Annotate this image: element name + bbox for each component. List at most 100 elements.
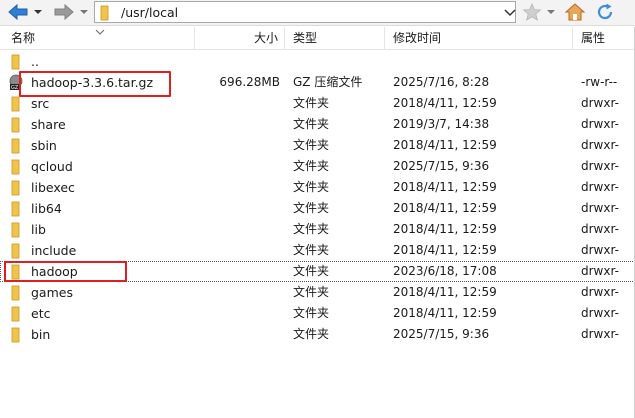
file-permissions: drwxr- — [581, 159, 619, 173]
forward-arrow-icon — [54, 3, 74, 21]
file-row-etc[interactable]: etc 文件夹 2018/4/11, 12:59 drwxr- — [0, 303, 635, 324]
file-name: games — [31, 285, 73, 300]
file-name: qcloud — [31, 159, 73, 174]
chevron-down-icon — [504, 9, 516, 17]
folder-icon — [11, 138, 20, 154]
column-modified-time-label: 修改时间 — [393, 31, 442, 45]
file-row-sbin[interactable]: sbin 文件夹 2018/4/11, 12:59 drwxr- — [0, 135, 635, 156]
file-name: lib64 — [31, 201, 62, 216]
file-name: sbin — [31, 138, 57, 153]
file-permissions: drwxr- — [581, 96, 619, 110]
file-permissions: drwxr- — [581, 264, 619, 278]
folder-icon — [11, 327, 20, 343]
column-type-label: 类型 — [293, 31, 318, 45]
file-row-share[interactable]: share 文件夹 2019/3/7, 14:38 drwxr- — [0, 114, 635, 135]
file-row-parent[interactable]: .. — [0, 51, 635, 72]
file-type: 文件夹 — [293, 180, 330, 194]
refresh-button[interactable] — [594, 2, 616, 25]
file-permissions: drwxr- — [581, 180, 619, 194]
file-row-lib64[interactable]: lib64 文件夹 2018/4/11, 12:59 drwxr- — [0, 198, 635, 219]
folder-icon — [11, 222, 20, 238]
file-modified-time: 2018/4/11, 12:59 — [393, 243, 497, 257]
file-row-qcloud[interactable]: qcloud 文件夹 2025/7/15, 9:36 drwxr- — [0, 156, 635, 177]
file-name: etc — [31, 306, 51, 321]
file-permissions: drwxr- — [581, 222, 619, 236]
file-modified-time: 2019/3/7, 14:38 — [393, 117, 490, 131]
folder-icon — [100, 5, 109, 21]
file-row-lib[interactable]: lib 文件夹 2018/4/11, 12:59 drwxr- — [0, 219, 635, 240]
chevron-down-icon — [547, 10, 555, 14]
back-arrow-icon — [8, 3, 28, 21]
folder-icon — [11, 201, 20, 217]
path-input[interactable]: /usr/local — [94, 1, 516, 23]
file-permissions: drwxr- — [581, 243, 619, 257]
file-modified-time: 2018/4/11, 12:59 — [393, 96, 497, 110]
folder-icon — [11, 306, 20, 322]
folder-icon — [11, 96, 20, 112]
file-type: 文件夹 — [293, 306, 330, 320]
file-type: 文件夹 — [293, 222, 330, 236]
file-modified-time: 2025/7/16, 8:28 — [393, 75, 490, 89]
file-permissions: drwxr- — [581, 201, 619, 215]
folder-icon — [11, 54, 20, 70]
file-type: 文件夹 — [293, 264, 330, 278]
file-size: 696.28MB — [219, 75, 280, 89]
folder-icon — [11, 117, 20, 133]
toolbar: /usr/local — [0, 0, 635, 26]
column-type[interactable]: 类型 — [285, 27, 385, 50]
folder-icon — [11, 159, 20, 175]
home-button[interactable] — [564, 2, 586, 25]
folder-icon — [11, 285, 20, 301]
file-modified-time: 2018/4/11, 12:59 — [393, 180, 497, 194]
favorite-dropdown[interactable] — [545, 2, 557, 22]
svg-text:GZ: GZ — [11, 85, 19, 91]
file-modified-time: 2018/4/11, 12:59 — [393, 285, 497, 299]
file-row-libexec[interactable]: libexec 文件夹 2018/4/11, 12:59 drwxr- — [0, 177, 635, 198]
path-dropdown-button[interactable] — [500, 2, 520, 22]
file-name: lib — [31, 222, 46, 237]
forward-history-dropdown[interactable] — [78, 2, 90, 22]
file-modified-time: 2025/7/15, 9:36 — [393, 159, 490, 173]
file-modified-time: 2018/4/11, 12:59 — [393, 138, 497, 152]
file-permissions: drwxr- — [581, 138, 619, 152]
file-row-include[interactable]: include 文件夹 2018/4/11, 12:59 drwxr- — [0, 240, 635, 261]
file-name: .. — [31, 54, 39, 69]
file-type: 文件夹 — [293, 243, 330, 257]
file-type: 文件夹 — [293, 201, 330, 215]
back-button[interactable] — [6, 2, 30, 22]
path-text: /usr/local — [121, 5, 179, 20]
forward-button[interactable] — [52, 2, 76, 22]
file-modified-time: 2018/4/11, 12:59 — [393, 201, 497, 215]
highlight-box-archive — [19, 71, 171, 97]
favorite-button[interactable] — [522, 2, 542, 24]
column-permissions[interactable]: 属性 — [573, 27, 635, 50]
file-type: 文件夹 — [293, 138, 330, 152]
highlight-box-hadoop-folder — [4, 261, 127, 282]
file-name: libexec — [31, 180, 75, 195]
file-type: 文件夹 — [293, 96, 330, 110]
file-modified-time: 2018/4/11, 12:59 — [393, 306, 497, 320]
folder-icon — [11, 243, 20, 259]
file-name: share — [31, 117, 66, 132]
home-icon — [564, 3, 586, 21]
column-permissions-label: 属性 — [581, 31, 606, 45]
file-type: 文件夹 — [293, 285, 330, 299]
file-type: 文件夹 — [293, 327, 330, 341]
file-permissions: drwxr- — [581, 327, 619, 341]
column-name-label: 名称 — [11, 31, 36, 45]
folder-icon — [11, 180, 20, 196]
file-modified-time: 2018/4/11, 12:59 — [393, 222, 497, 236]
file-row-bin[interactable]: bin 文件夹 2025/7/15, 9:36 drwxr- — [0, 324, 635, 345]
file-row-games[interactable]: games 文件夹 2018/4/11, 12:59 drwxr- — [0, 282, 635, 303]
file-type: GZ 压缩文件 — [293, 75, 363, 89]
file-type: 文件夹 — [293, 117, 330, 131]
refresh-icon — [597, 3, 613, 20]
file-permissions: -rw-r-- — [581, 75, 618, 89]
file-name: include — [31, 243, 77, 258]
file-permissions: drwxr- — [581, 306, 619, 320]
back-history-dropdown[interactable] — [32, 2, 44, 22]
column-name[interactable]: 名称 — [0, 27, 195, 50]
column-modified-time[interactable]: 修改时间 — [385, 27, 573, 50]
column-size[interactable]: 大小 — [195, 27, 285, 50]
file-permissions: drwxr- — [581, 285, 619, 299]
